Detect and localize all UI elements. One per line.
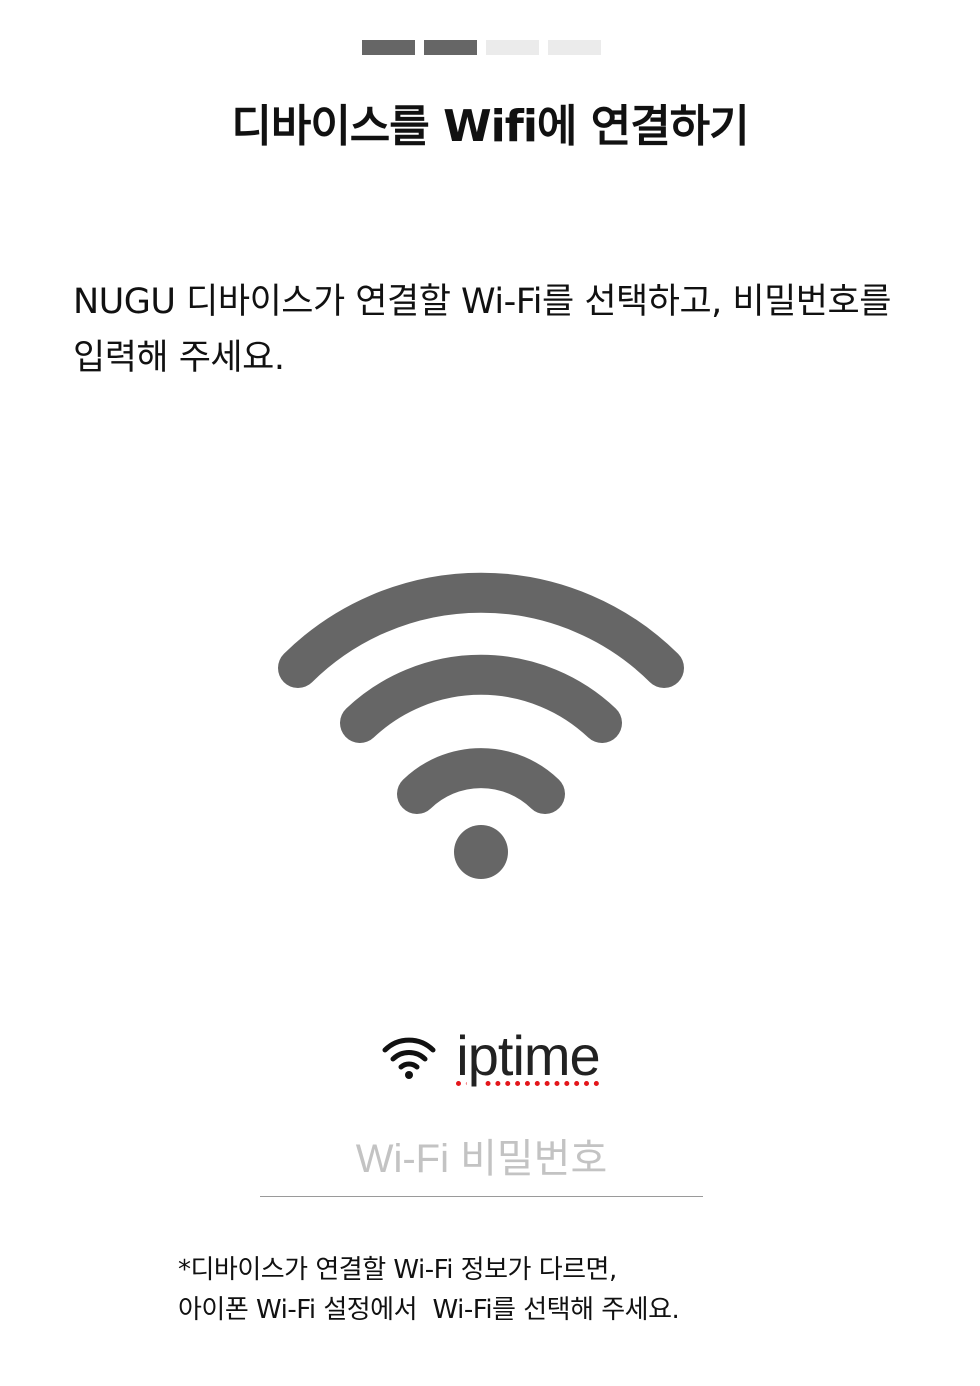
wifi-icon: [278, 572, 684, 879]
progress-step-1: [362, 40, 415, 55]
footnote-line-1: *디바이스가 연결할 Wi-Fi 정보가 다르면,: [178, 1255, 617, 1285]
network-ssid: iptime: [456, 1024, 600, 1087]
progress-step-3: [486, 40, 539, 55]
wifi-signal-icon: [382, 1037, 436, 1079]
page-title: 디바이스를 Wifi에 연결하기: [231, 101, 749, 152]
progress-indicator: [362, 40, 601, 55]
progress-step-2: [424, 40, 477, 55]
selected-network[interactable]: iptime: [0, 1020, 980, 1092]
footnote: *디바이스가 연결할 Wi-Fi 정보가 다르면, 아이폰 Wi-Fi 설정에서…: [178, 1250, 858, 1330]
instruction-text: NUGU 디바이스가 연결할 Wi-Fi를 선택하고, 비밀번호를 입력해 주세…: [73, 282, 891, 378]
progress-step-4: [548, 40, 601, 55]
footnote-line-2: 아이폰 Wi-Fi 설정에서 Wi-Fi를 선택해 주세요.: [178, 1295, 680, 1325]
wifi-password-input[interactable]: [260, 1122, 703, 1197]
